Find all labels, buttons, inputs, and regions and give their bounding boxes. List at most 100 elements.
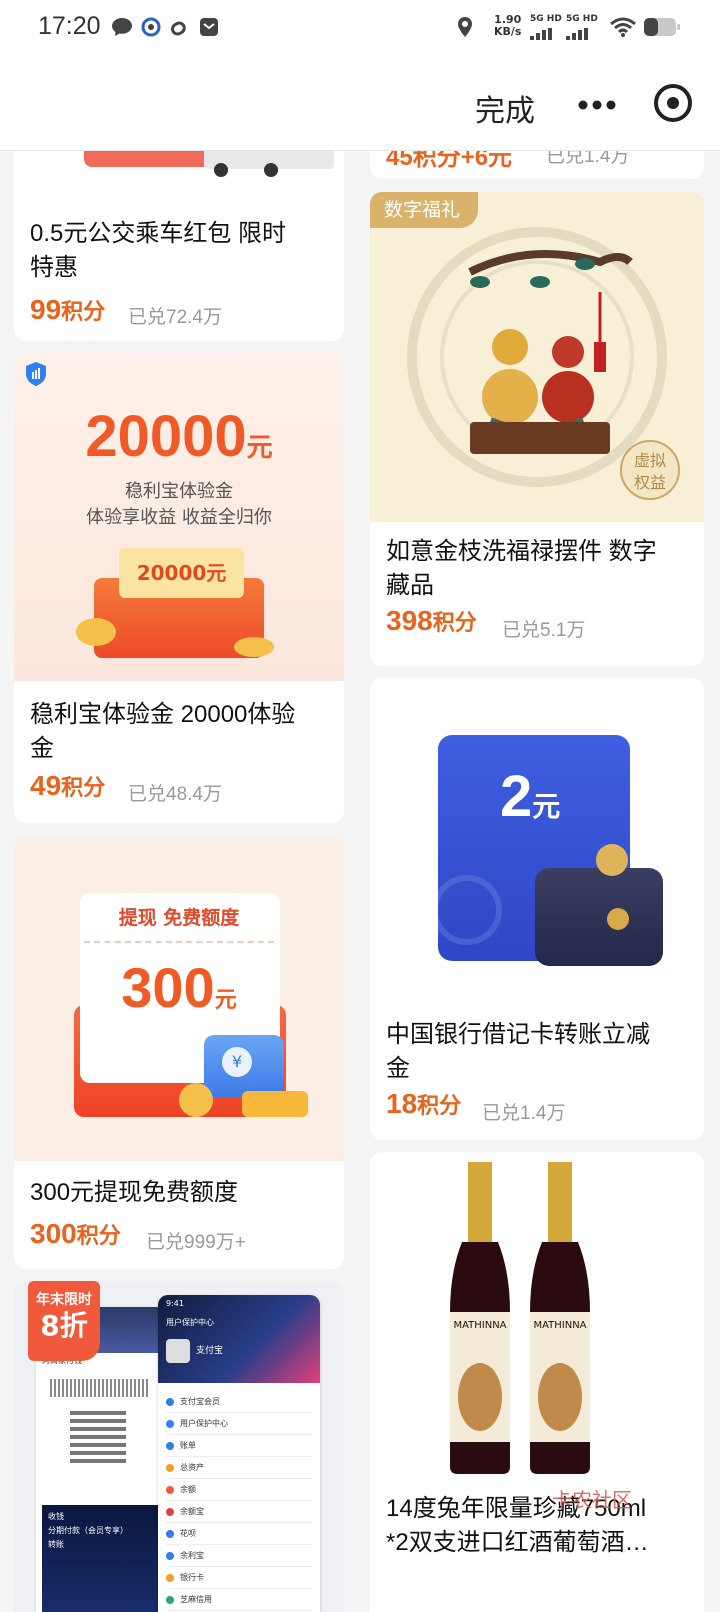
points-value: 49 (30, 770, 62, 801)
coin (179, 1083, 213, 1117)
network-speed: 1.90 KB/s (494, 14, 521, 38)
coin (596, 844, 628, 876)
signal-icon (566, 28, 588, 40)
chat-icon (112, 18, 132, 36)
image-amount: 20000 (85, 404, 247, 469)
product-image: MATHINNA MATHINNA (370, 1152, 704, 1482)
signal-icon (530, 28, 552, 40)
promo-line: 8折 (40, 1309, 88, 1342)
screen-menu-item: 余额宝 (166, 1501, 312, 1523)
product-points: 18积分 (386, 1088, 461, 1120)
screen-item: 转账 (48, 1540, 64, 1549)
points-unit: 积分 (61, 299, 106, 324)
link-icon (171, 21, 186, 36)
points-unit: 积分 (417, 1093, 462, 1118)
product-points: 49积分 (30, 770, 105, 802)
image-amount: 2 (500, 764, 533, 829)
screen-menu-item: 余利宝 (166, 1545, 312, 1567)
product-card-boc-transfer[interactable]: 2元 中国银行借记卡转账立减 金 18积分 已兑1.4万 (370, 678, 704, 1140)
app-icon (141, 17, 161, 37)
points-value: 18 (386, 1088, 418, 1119)
product-title: 如意金枝洗福禄摆件 数字 藏品 (386, 535, 657, 603)
product-title-line: 如意金枝洗福禄摆件 数字 (386, 538, 657, 565)
digital-gift-badge: 数字福礼 (370, 192, 479, 228)
screen-menu-item: 总资产 (166, 1457, 312, 1479)
product-card-withdraw-quota[interactable]: 提现 免费额度 300元 ¥ 300元提现免费额度 300 积分 已兑999万+ (14, 835, 344, 1269)
product-title-line: 特惠 (30, 254, 78, 281)
image-header: 提现 免费额度 (118, 907, 240, 929)
product-grid: 0.5元公交乘车红包 限时 特惠 99积分 已兑72.4万 20000元 稳利宝… (0, 151, 720, 1612)
screen-item: 收钱 (48, 1512, 64, 1521)
product-card-red-wine[interactable]: MATHINNA MATHINNA 14度兔年限量珍藏750ml *2双支进口红… (370, 1152, 704, 1612)
shield-icon (26, 362, 46, 386)
coin (76, 618, 116, 646)
coin-symbol: ¥ (222, 1047, 252, 1077)
product-title: 0.5元公交乘车红包 限时 特惠 (30, 217, 286, 285)
mail-icon (200, 18, 218, 36)
location-icon (458, 17, 472, 37)
product-image: 提现 免费额度 300元 ¥ (14, 835, 344, 1161)
points-unit: 积分 (61, 775, 106, 800)
signal-label-2: 5G HD (566, 14, 598, 24)
product-title: 中国银行借记卡转账立减 金 (386, 1018, 650, 1086)
promo-badge: 年末限时 8折 (28, 1281, 100, 1361)
screen-menu-item: 账单 (166, 1435, 312, 1457)
product-sold: 已兑72.4万 (128, 307, 222, 328)
product-card-ruyi-collectible[interactable]: 虚拟 权益 数字福礼 如意金枝洗福禄摆件 数字 藏品 398积分 已兑5.1万 (370, 192, 704, 666)
product-card-partial[interactable]: 45积分+6元 已兑1.4万 (370, 151, 704, 179)
product-title-line: 中国银行借记卡转账立减 (386, 1021, 650, 1048)
points-value: 398 (386, 605, 433, 636)
product-sold: 已兑1.4万 (546, 151, 630, 167)
screen-menu-item: 银行卡 (166, 1567, 312, 1589)
screen-item: 分期付款（会员专享） (48, 1526, 128, 1535)
product-image: 2元 (370, 678, 704, 1008)
coin-stack (242, 1091, 308, 1117)
product-image (14, 151, 344, 201)
seal-line: 权益 (633, 473, 666, 492)
image-line: 稳利宝体验金 (125, 481, 233, 502)
image-line: 体验享收益 收益全归你 (86, 507, 272, 528)
product-sold: 已兑1.4万 (482, 1103, 566, 1124)
screen-header: 用户保护中心 (166, 1318, 214, 1327)
done-button[interactable]: 完成 (475, 86, 535, 130)
seal-line: 虚拟 (633, 451, 666, 470)
product-sold: 已兑48.4万 (128, 784, 222, 805)
screen-menu-item: 支付宝会员 (166, 1391, 312, 1413)
screen-menu-item: 用户保护中心 (166, 1413, 312, 1435)
product-card-bus-redpacket[interactable]: 0.5元公交乘车红包 限时 特惠 99积分 已兑72.4万 (14, 151, 344, 341)
screen-brand: 支付宝 (196, 1346, 224, 1356)
screen-time: 9:41 (166, 1299, 184, 1308)
product-title: 稳利宝体验金 20000体验 金 (30, 698, 295, 766)
envelope-amount: 20000元 (119, 548, 244, 598)
image-unit: 元 (532, 790, 561, 823)
wallet-icon (535, 868, 663, 966)
image-unit: 元 (214, 988, 237, 1013)
screen-menu-item: 芝麻信用 (166, 1589, 312, 1611)
product-points: 398积分 (386, 605, 477, 637)
target-icon[interactable] (654, 84, 692, 122)
product-title-line: 稳利宝体验金 20000体验 (30, 701, 296, 728)
points-value: 99 (30, 294, 62, 325)
promo-line: 年末限时 (36, 1292, 92, 1308)
points-unit: 积分 (76, 1223, 121, 1248)
title-bar: 完成 (0, 56, 720, 151)
screen-menu-item: 花呗 (166, 1523, 312, 1545)
product-title: 300元提现免费额度 (30, 1176, 238, 1210)
status-time: 17:20 (38, 12, 101, 40)
product-card-alipay-theme[interactable]: 向商家付钱 收钱 分期付款（会员专享） 转账 年末限时 8折 9:41 用户保护… (14, 1281, 344, 1612)
signal-label-1: 5G HD (530, 14, 562, 24)
product-image: 20000元 稳利宝体验金 体验享收益 收益全归你 20000元 (14, 353, 344, 681)
more-icon[interactable] (575, 92, 619, 118)
image-unit: 元 (246, 433, 273, 463)
virtual-seal: 虚拟 权益 (620, 440, 680, 500)
product-card-wenlibao[interactable]: 20000元 稳利宝体验金 体验享收益 收益全归你 20000元 稳利宝体验金 … (14, 353, 344, 823)
product-sold: 已兑999万+ (146, 1232, 246, 1253)
product-title-line: 300元提现免费额度 (30, 1179, 239, 1206)
image-amount: 300 (121, 956, 215, 1019)
product-image: 虚拟 权益 (370, 192, 704, 522)
phone-screen-right: 9:41 用户保护中心 支付宝 支付宝会员 用户保护中心 账单 总资产 余额 余额宝 花呗余… (158, 1295, 320, 1612)
product-title-line: 金 (386, 1055, 410, 1082)
product-title-line: *2双支进口红酒葡萄酒… (386, 1529, 649, 1556)
product-title-line: 金 (30, 735, 54, 762)
battery-icon (644, 18, 680, 36)
